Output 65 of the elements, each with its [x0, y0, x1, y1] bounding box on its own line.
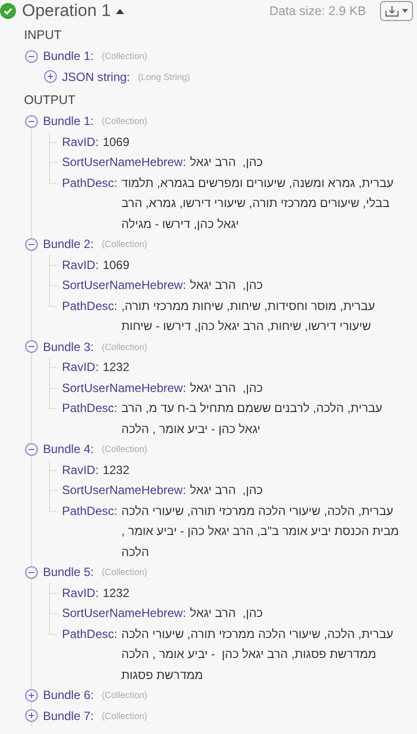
field-key: RavID: — [62, 460, 99, 480]
field-key: PathDesc: — [62, 172, 118, 234]
field-value: עברית, הלכה, לרבנים ששמם מתחיל ב-ח עד מ, הרב יגאל כהן - יביע אומר , הלכה — [121, 400, 384, 438]
field-value: 1069 — [102, 256, 130, 274]
collapse-icon[interactable] — [25, 114, 38, 128]
field-value: 1069 — [102, 134, 130, 150]
expand-icon[interactable] — [44, 70, 57, 84]
field-key: RavID: — [62, 254, 99, 275]
caret-icon — [402, 9, 408, 13]
bundle-label[interactable]: Bundle 5: — [43, 565, 94, 580]
expand-icon[interactable] — [25, 688, 38, 702]
download-button[interactable] — [380, 1, 413, 21]
collapse-icon[interactable] — [25, 238, 38, 251]
field-value: עברית, הלכה, שיעורי הלכה ממרכזי תורה, שיעורי הלכה ממדרשת פסגות, הרב יגאל כהן - יביע אומר , הלכה ממדרשת פסגות — [121, 626, 394, 684]
collapse-icon[interactable] — [25, 50, 38, 63]
bundle-type: (Collection) — [102, 51, 148, 62]
field-value: עברית, גמרא ומשנה, שיעורים ומפרשים בגמרא, תלמוד בבלי, שיעורים ממרכזי תורה, שיעורי דירשו, גמרא, הרב יגאל כהן, דירשו - מגילה — [121, 174, 395, 232]
operation-title: Operation 1 — [22, 1, 111, 21]
field-value: כהן, הרב יגאל — [190, 154, 264, 171]
field-value: 1232 — [102, 359, 130, 376]
bundle-type: (Collection) — [102, 567, 148, 578]
field-value: כהן, הרב יגאל — [190, 605, 264, 622]
field-key: PathDesc: — [62, 500, 118, 562]
field-value: עברית, הלכה, שיעורי הלכה ממרכזי תורה, שיעורי הלכה מבית הכנסת יביע אומר ב"ב, הרב יגאל כהן - יביע אומר , הלכה — [121, 502, 400, 560]
field-type: (Long String) — [138, 72, 190, 82]
bundle-label[interactable]: Bundle 7: — [43, 708, 94, 723]
data-size: Data size: 2.9 KB — [269, 4, 366, 18]
field-key: RavID: — [62, 357, 99, 378]
field-key: RavID: — [62, 132, 99, 152]
field-key: SortUserNameHebrew: — [62, 603, 186, 624]
field-key: SortUserNameHebrew: — [62, 275, 186, 296]
field-value: 1232 — [102, 462, 130, 478]
field-value: עברית, מוסר וחסידות, שיחות, שיחות ממרכזי תורה, שיעורי דירשו, שיחות, הרב יגאל כהן, דירשו - שיחות — [121, 298, 376, 335]
section-label: OUTPUT — [24, 92, 76, 109]
expand-icon[interactable] — [25, 709, 38, 722]
field-value: כהן, הרב יגאל — [190, 277, 264, 294]
bundle-type: (Collection) — [102, 239, 148, 250]
field-key: SortUserNameHebrew: — [62, 152, 186, 172]
download-icon — [385, 5, 399, 17]
bundle-label[interactable]: Bundle 1: — [43, 49, 94, 64]
collapse-icon[interactable] — [25, 442, 38, 456]
bundle-type: (Collection) — [102, 690, 148, 700]
caret-icon[interactable] — [114, 7, 125, 15]
field-key: PathDesc: — [62, 624, 118, 685]
field-key: PathDesc: — [62, 398, 118, 439]
bundle-type: (Collection) — [102, 342, 148, 352]
field-key: PathDesc: — [62, 296, 118, 336]
field-value: 1232 — [102, 584, 130, 602]
field-value: כהן, הרב יגאל — [190, 380, 264, 396]
section-label: INPUT — [24, 27, 62, 44]
bundle-label[interactable]: Bundle 6: — [43, 688, 94, 702]
bundle-type: (Collection) — [102, 710, 148, 721]
bundle-type: (Collection) — [102, 116, 148, 126]
collapse-icon[interactable] — [25, 566, 38, 579]
collapse-icon[interactable] — [25, 340, 38, 354]
field-key: JSON string: — [62, 70, 130, 84]
field-key: SortUserNameHebrew: — [62, 378, 186, 398]
field-key: SortUserNameHebrew: — [62, 480, 186, 500]
bundle-type: (Collection) — [102, 444, 148, 454]
bundle-label[interactable]: Bundle 1: — [43, 114, 94, 128]
field-key: RavID: — [62, 582, 99, 603]
field-value: כהן, הרב יגאל — [190, 482, 264, 499]
bundle-label[interactable]: Bundle 2: — [43, 237, 94, 252]
bundle-label[interactable]: Bundle 4: — [43, 442, 94, 456]
bundle-label[interactable]: Bundle 3: — [43, 340, 94, 354]
